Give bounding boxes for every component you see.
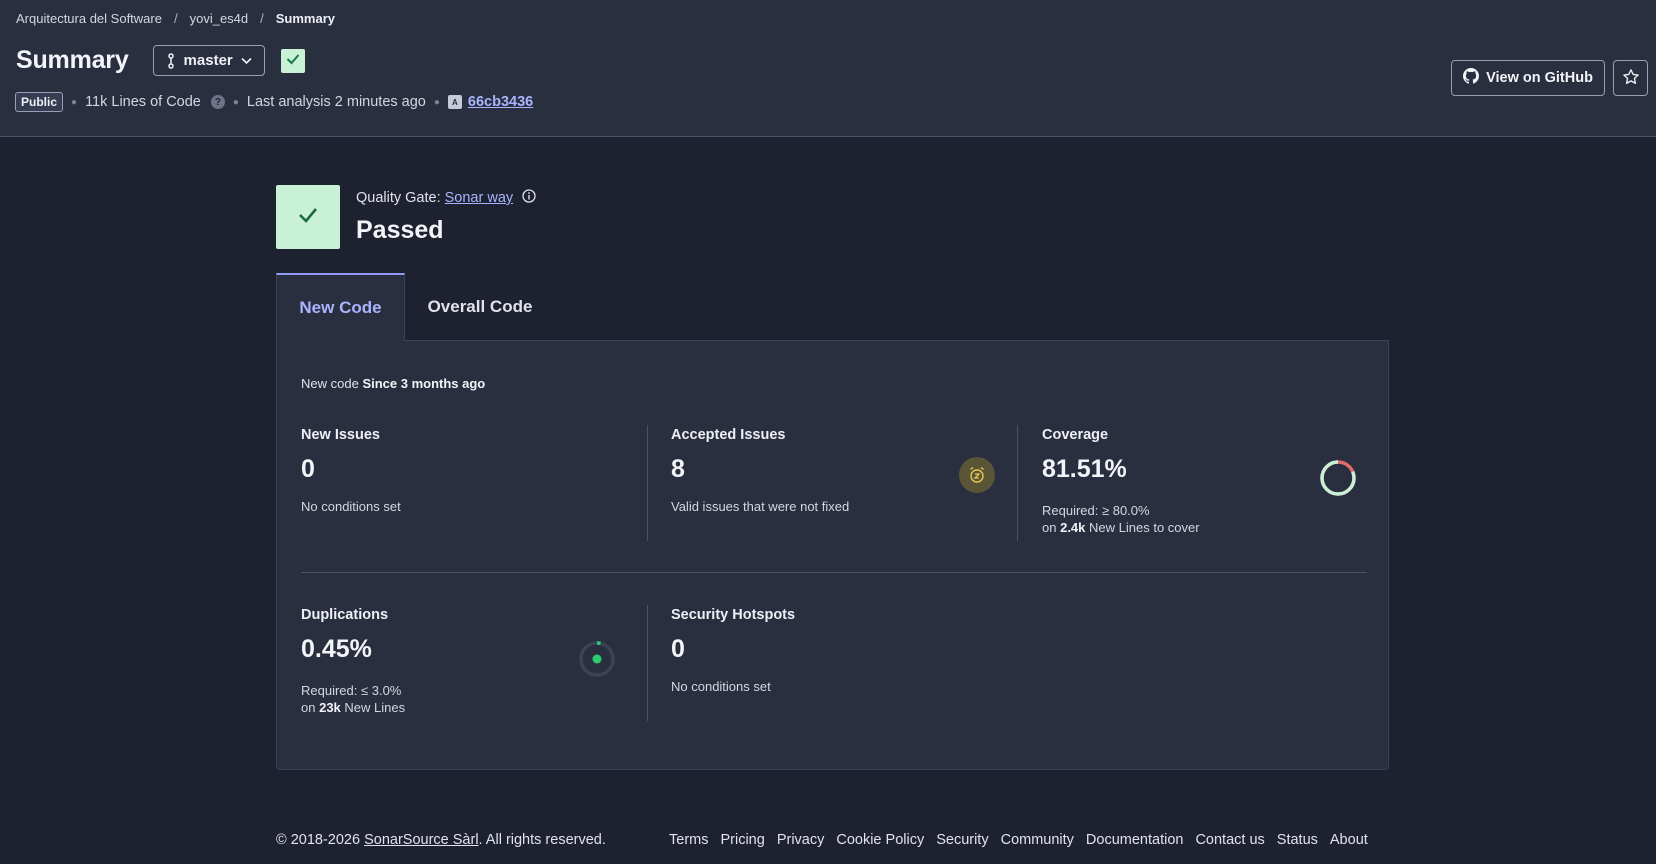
branch-icon [166, 52, 176, 69]
quality-gate-text: Quality Gate: [356, 190, 441, 206]
duplications-donut-chart [578, 640, 616, 683]
footer-link-status[interactable]: Status [1277, 832, 1318, 848]
metric-new-issues: New Issues 0 No conditions set [301, 427, 401, 515]
tab-overall-code[interactable]: Overall Code [406, 273, 554, 341]
metric-title: Duplications [301, 607, 389, 623]
metric-description: No conditions set [301, 499, 401, 514]
commit-link[interactable]: 66cb3436 [468, 94, 533, 110]
footer-link-pricing[interactable]: Pricing [720, 832, 764, 848]
view-on-github-button[interactable]: View on GitHub [1451, 60, 1605, 96]
horizontal-divider [301, 572, 1367, 573]
breadcrumb-project[interactable]: yovi_es4d [190, 11, 249, 26]
separator-dot: ● [232, 96, 239, 108]
quality-gate-link[interactable]: Sonar way [445, 190, 514, 206]
metric-value[interactable]: 0 [301, 455, 401, 484]
new-code-period: New code Since 3 months ago [301, 376, 485, 391]
github-icon [1463, 68, 1480, 88]
divider [1017, 425, 1018, 541]
footer-link-community[interactable]: Community [1001, 832, 1074, 848]
new-code-since: Since 3 months ago [362, 376, 486, 391]
metric-title: Coverage [1042, 427, 1109, 443]
footer-link-terms[interactable]: Terms [669, 832, 708, 848]
page-title: Summary [16, 46, 129, 74]
footer-link-about[interactable]: About [1330, 832, 1368, 848]
tab-new-code[interactable]: New Code [276, 273, 405, 341]
measures-panel: New code Since 3 months ago New Issues 0… [276, 340, 1389, 770]
footer-link-security[interactable]: Security [936, 832, 988, 848]
metric-value[interactable]: 81.51% [1042, 455, 1200, 484]
duplications-required: Required: ≤ 3.0% [301, 683, 402, 698]
coverage-donut-chart [1319, 459, 1357, 502]
chevron-down-icon [241, 57, 252, 65]
duplications-lines: on 23k New Lines [301, 700, 406, 715]
footer-link-contact-us[interactable]: Contact us [1195, 832, 1264, 848]
check-icon [297, 206, 319, 229]
last-analysis: Last analysis 2 minutes ago [246, 94, 426, 110]
breadcrumb-separator: / [173, 11, 178, 26]
breadcrumb: Arquitectura del Software / yovi_es4d / … [16, 11, 335, 26]
footer-copyright: © 2018-2026 SonarSource Sàrl. All rights… [276, 832, 606, 848]
new-code-prefix: New code [301, 376, 359, 391]
metric-description: No conditions set [671, 679, 771, 694]
breadcrumb-current: Summary [275, 11, 336, 26]
quality-gate-status-badge [280, 48, 305, 73]
footer-link-documentation[interactable]: Documentation [1086, 832, 1184, 848]
commit-avatar-icon: A [447, 95, 462, 109]
project-meta: Public ● 11k Lines of Code ? ● Last anal… [15, 92, 533, 112]
metric-accepted-issues: Accepted Issues 8 Valid issues that were… [671, 427, 849, 515]
info-icon[interactable] [522, 189, 536, 207]
metric-value[interactable]: 8 [671, 455, 849, 484]
metric-value[interactable]: 0 [671, 635, 795, 664]
metric-duplications: Duplications 0.45% Required: ≤ 3.0% on 2… [301, 607, 405, 716]
metric-title: New Issues [301, 427, 380, 443]
metric-title: Accepted Issues [671, 427, 786, 443]
metric-title: Security Hotspots [671, 607, 796, 623]
github-button-label: View on GitHub [1486, 70, 1593, 86]
metric-description: Valid issues that were not fixed [671, 499, 850, 514]
quality-gate-label: Quality Gate: Sonar way [356, 189, 536, 207]
branch-selector[interactable]: master [152, 45, 265, 76]
breadcrumb-separator: / [260, 11, 264, 26]
divider [647, 425, 648, 541]
quality-gate-status: Passed [356, 216, 444, 244]
footer-links: Terms Pricing Privacy Cookie Policy Secu… [669, 832, 1380, 848]
company-link[interactable]: SonarSource Sàrl [364, 832, 478, 848]
star-icon [1622, 68, 1640, 89]
metric-security-hotspots: Security Hotspots 0 No conditions set [671, 607, 795, 695]
separator-dot: ● [71, 96, 78, 108]
check-icon [286, 52, 300, 70]
quality-gate-passed-icon [276, 185, 340, 249]
lines-of-code: 11k Lines of Code [85, 94, 201, 110]
branch-name: master [183, 52, 233, 69]
metric-description: Required: ≤ 3.0% on 23k New Lines [301, 682, 405, 716]
help-icon[interactable]: ? [210, 95, 225, 109]
snooze-icon [959, 457, 995, 493]
coverage-required: Required: ≥ 80.0% [1042, 503, 1150, 518]
breadcrumb-organization[interactable]: Arquitectura del Software [16, 11, 162, 26]
coverage-lines: on 2.4k New Lines to cover [1042, 520, 1200, 535]
footer-link-cookie-policy[interactable]: Cookie Policy [836, 832, 924, 848]
metric-description: Required: ≥ 80.0% on 2.4k New Lines to c… [1042, 502, 1200, 536]
divider [647, 605, 648, 721]
visibility-badge: Public [15, 92, 64, 112]
metric-value[interactable]: 0.45% [301, 635, 405, 664]
favorite-button[interactable] [1613, 60, 1648, 96]
project-header: Arquitectura del Software / yovi_es4d / … [0, 0, 1656, 137]
footer-link-privacy[interactable]: Privacy [777, 832, 825, 848]
separator-dot: ● [433, 96, 440, 108]
metric-coverage: Coverage 81.51% Required: ≥ 80.0% on 2.4… [1042, 427, 1200, 536]
